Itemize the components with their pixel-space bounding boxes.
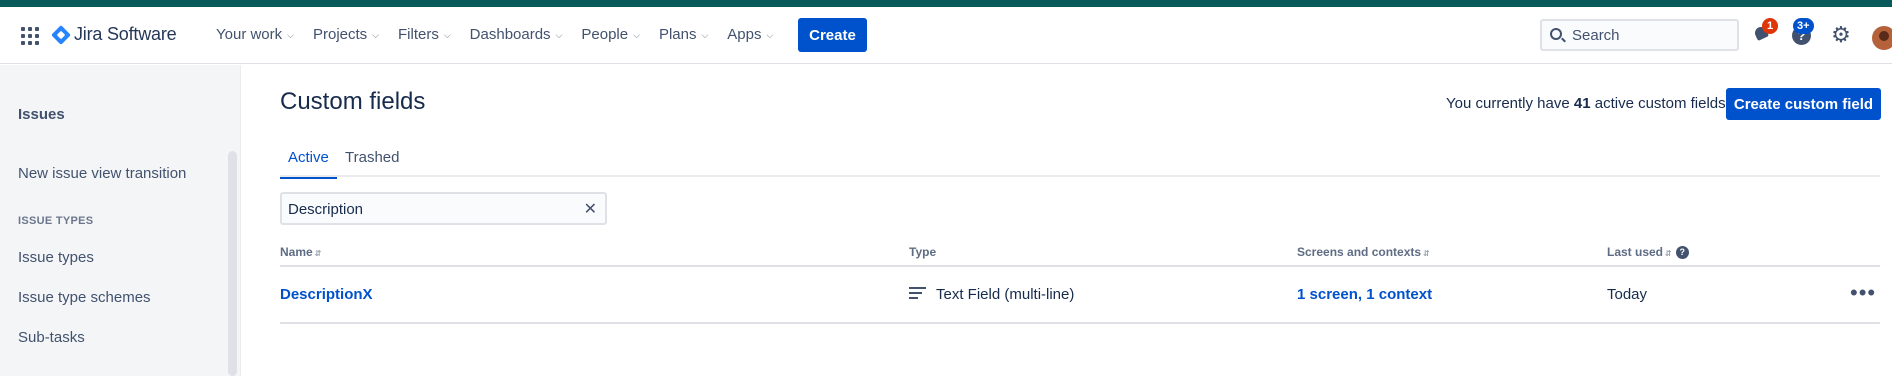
page-title: Custom fields [280,88,426,115]
filter-value: Description [288,201,364,218]
column-screens[interactable]: Screens and contexts ⇵ [1297,245,1430,259]
settings-sidebar: Issues New issue view transition ISSUE T… [0,65,241,376]
tab-trashed[interactable]: Trashed [337,149,407,177]
screens-contexts-link[interactable]: 1 screen, 1 context [1297,286,1432,303]
chevron-down-icon: ⌵ [287,30,294,40]
avatar[interactable] [1872,26,1892,50]
chevron-down-icon: ⌵ [766,30,774,40]
sort-icon: ⇵ [1665,249,1672,258]
field-filter-input[interactable]: Description ✕ [280,192,607,225]
settings-gear-icon[interactable]: ⚙ [1831,24,1851,46]
text-field-icon [909,286,926,300]
menu-filters[interactable]: Filters ⌵ [398,26,451,43]
create-button[interactable]: Create [798,18,867,52]
notification-count-badge: 1 [1762,18,1778,34]
chevron-down-icon: ⌵ [372,30,379,40]
sidebar-item-issue-types[interactable]: Issue types [18,249,94,266]
field-type: Text Field (multi-line) [909,286,1074,303]
chevron-down-icon: ⌵ [633,30,640,40]
menu-your-work[interactable]: Your work ⌵ [216,26,294,43]
chevron-down-icon: ⌵ [555,30,563,40]
menu-apps[interactable]: Apps ⌵ [727,26,773,43]
sidebar-scrollbar[interactable] [228,151,237,376]
sidebar-item-sub-tasks[interactable]: Sub-tasks [18,329,85,346]
menu-people[interactable]: People ⌵ [581,26,640,43]
chevron-down-icon: ⌵ [701,30,709,40]
column-name[interactable]: Name ⇵ [280,245,321,259]
tab-bar: Active Trashed [280,149,1880,179]
menu-dashboards[interactable]: Dashboards ⌵ [470,26,563,43]
search-input[interactable]: Search [1540,19,1739,51]
sidebar-item-new-issue-view-transition[interactable]: New issue view transition [18,165,186,182]
top-navigation: Jira Software Your work ⌵ Projects ⌵ Filte… [0,7,1892,64]
field-name-link[interactable]: DescriptionX [280,286,373,303]
sort-icon: ⇵ [314,249,322,258]
column-type: Type [909,245,937,259]
create-custom-field-button[interactable]: Create custom field [1726,88,1881,120]
count-value: 41 [1573,95,1591,112]
sidebar-group-issue-types: ISSUE TYPES [18,215,94,227]
more-actions-icon[interactable]: ••• [1850,282,1876,304]
table-header: Name ⇵ Type Screens and contexts ⇵ Last us… [280,245,1880,267]
sidebar-item-issue-type-schemes[interactable]: Issue type schemes [18,289,151,306]
primary-menu: Your work ⌵ Projects ⌵ Filters ⌵ Dashboards… [216,26,792,43]
app-name[interactable]: Jira Software [74,24,177,45]
column-last-used[interactable]: Last used ⇵? [1607,245,1689,260]
chevron-down-icon: ⌵ [443,30,451,40]
search-icon [1550,28,1562,40]
menu-projects[interactable]: Projects ⌵ [313,26,379,43]
jira-logo-icon[interactable] [51,25,71,45]
active-fields-count: You currently have 41 active custom fiel… [1446,95,1726,112]
sort-icon: ⇵ [1423,249,1430,258]
help-count-badge: 3+ [1793,18,1814,34]
app-switcher-icon[interactable] [20,26,40,46]
last-used-value: Today [1607,286,1648,303]
tab-active[interactable]: Active [280,149,337,179]
sidebar-heading: Issues [18,106,65,123]
search-placeholder: Search [1572,27,1620,44]
clear-icon[interactable]: ✕ [584,199,597,219]
help-icon: ? [1675,246,1689,260]
top-accent-strip [0,0,1892,7]
table-row: DescriptionX Text Field (multi-line) 1 s… [280,267,1880,324]
menu-plans[interactable]: Plans ⌵ [659,26,708,43]
